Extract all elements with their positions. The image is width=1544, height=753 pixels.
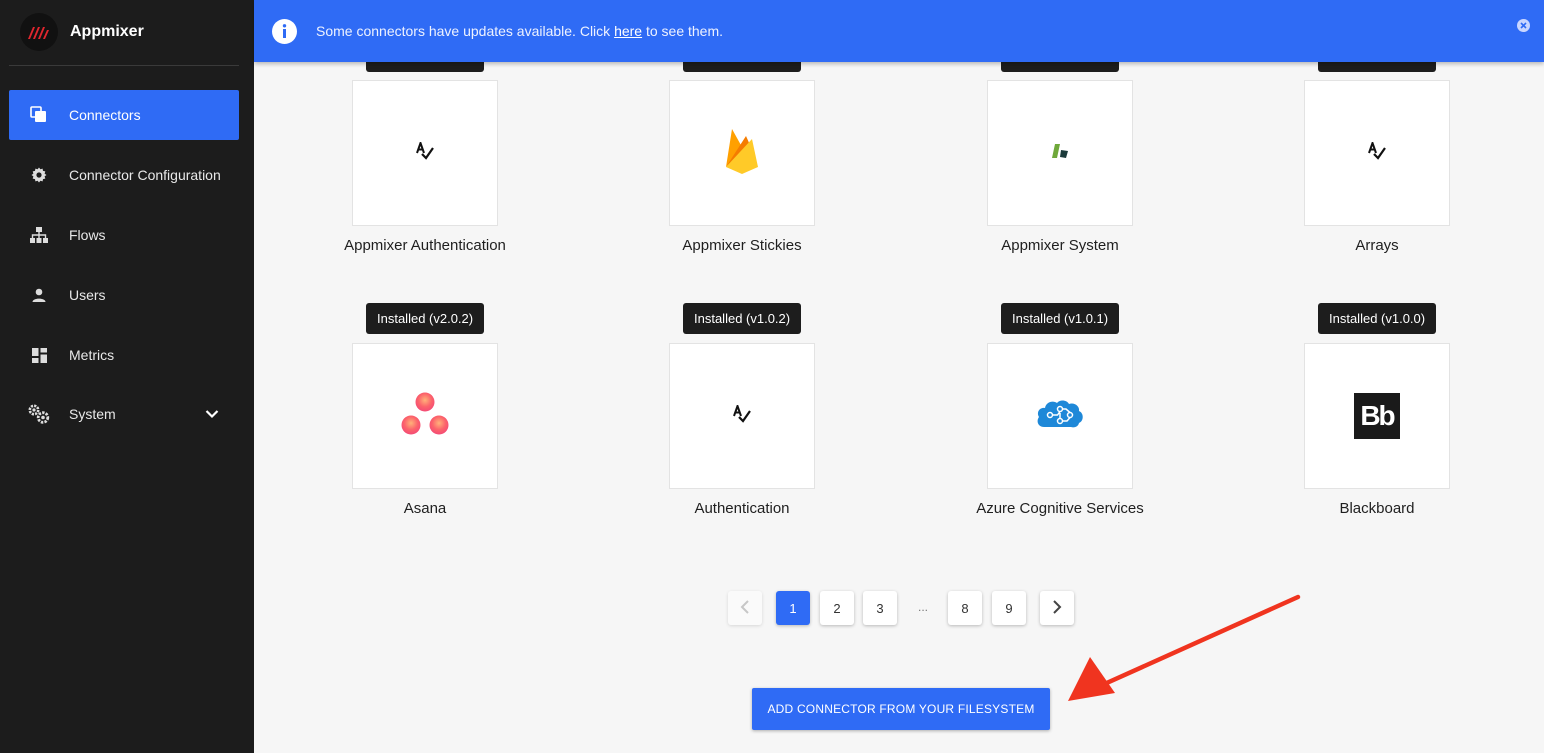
chevron-down-icon[interactable] bbox=[205, 406, 219, 422]
sidebar-item-flows[interactable]: Flows bbox=[9, 210, 239, 260]
sidebar-item-label: Connector Configuration bbox=[69, 167, 221, 183]
page-button-3[interactable]: 3 bbox=[863, 591, 897, 625]
connector-card-asana[interactable] bbox=[352, 343, 498, 489]
connector-name: Appmixer Stickies bbox=[682, 237, 802, 254]
installed-badge: Installed (v1.0.0) bbox=[1318, 303, 1437, 334]
connector-name: Asana bbox=[403, 500, 447, 517]
connector-card-arrays[interactable] bbox=[1304, 80, 1450, 226]
connector-name: Azure Cognitive Services bbox=[976, 500, 1144, 517]
connectors-icon bbox=[9, 106, 69, 124]
page-button-9[interactable]: 9 bbox=[992, 591, 1026, 625]
connector-name: Appmixer System bbox=[1001, 237, 1119, 254]
sidebar-item-label: Connectors bbox=[69, 107, 141, 123]
sidebar-item-metrics[interactable]: Metrics bbox=[9, 330, 239, 380]
sidebar-item-connectors[interactable]: Connectors bbox=[9, 90, 239, 140]
page-ellipsis: ... bbox=[917, 600, 928, 614]
connector-card-authentication[interactable] bbox=[669, 343, 815, 489]
add-connector-button[interactable]: ADD CONNECTOR FROM YOUR FILESYSTEM bbox=[752, 688, 1050, 730]
connector-card-appmixer-authentication[interactable] bbox=[352, 80, 498, 226]
connector-card-appmixer-stickies[interactable] bbox=[669, 80, 815, 226]
connector-card-azure-cognitive-services[interactable] bbox=[987, 343, 1133, 489]
blackboard-icon: Bb bbox=[1354, 393, 1400, 439]
firebase-icon bbox=[724, 127, 760, 180]
appmixer-logo-icon bbox=[20, 13, 58, 51]
connector-name: Arrays bbox=[1355, 237, 1399, 254]
cogs-icon bbox=[9, 404, 69, 424]
chevron-left-icon bbox=[740, 599, 750, 617]
installed-badge: Installed (v1.0.1) bbox=[1001, 303, 1120, 334]
sitemap-icon bbox=[9, 227, 69, 243]
connector-card-appmixer-system[interactable] bbox=[987, 80, 1133, 226]
page-button-2[interactable]: 2 bbox=[820, 591, 854, 625]
sidebar-item-label: System bbox=[69, 406, 116, 422]
brand-name: Appmixer bbox=[70, 23, 144, 40]
close-icon[interactable] bbox=[1517, 19, 1530, 32]
dashboard-icon bbox=[9, 347, 69, 363]
appmixer-system-icon bbox=[1049, 143, 1071, 164]
sidebar-divider bbox=[9, 65, 239, 66]
sidebar-item-connector-configuration[interactable]: Connector Configuration bbox=[9, 150, 239, 200]
authentication-icon bbox=[732, 402, 752, 428]
sidebar-item-users[interactable]: Users bbox=[9, 270, 239, 320]
page-button-8[interactable]: 8 bbox=[948, 591, 982, 625]
connector-name: Appmixer Authentication bbox=[344, 237, 506, 254]
connector-card-blackboard[interactable]: Bb bbox=[1304, 343, 1450, 489]
user-icon bbox=[9, 288, 69, 302]
authentication-icon bbox=[415, 139, 435, 165]
update-notification-bar: Some connectors have updates available. … bbox=[254, 0, 1544, 62]
sidebar-item-label: Users bbox=[69, 287, 106, 303]
brand[interactable]: Appmixer bbox=[20, 12, 144, 52]
asana-icon bbox=[401, 392, 449, 441]
sidebar-item-label: Metrics bbox=[69, 347, 115, 363]
connector-name: Blackboard bbox=[1339, 500, 1415, 517]
connector-name: Authentication bbox=[694, 500, 790, 517]
sidebar-item-label: Flows bbox=[69, 227, 106, 243]
notification-message: Some connectors have updates available. … bbox=[316, 23, 723, 39]
gear-icon bbox=[9, 167, 69, 183]
sidebar-item-system[interactable]: System bbox=[9, 389, 239, 439]
page-button-1[interactable]: 1 bbox=[776, 591, 810, 625]
azure-brain-icon bbox=[1036, 399, 1084, 434]
installed-badge: Installed (v1.0.2) bbox=[683, 303, 802, 334]
installed-badge: Installed (v2.0.2) bbox=[366, 303, 485, 334]
info-icon bbox=[272, 18, 297, 44]
sidebar: Appmixer Connectors Connector Configurat… bbox=[0, 0, 254, 753]
prev-page-button[interactable] bbox=[728, 591, 762, 625]
notification-text: Some connectors have updates available. … bbox=[316, 23, 615, 39]
updates-link[interactable]: here bbox=[614, 23, 642, 39]
notification-text-end: to see them. bbox=[642, 23, 724, 39]
annotation-arrow-icon bbox=[1068, 594, 1301, 701]
authentication-icon bbox=[1367, 139, 1387, 165]
